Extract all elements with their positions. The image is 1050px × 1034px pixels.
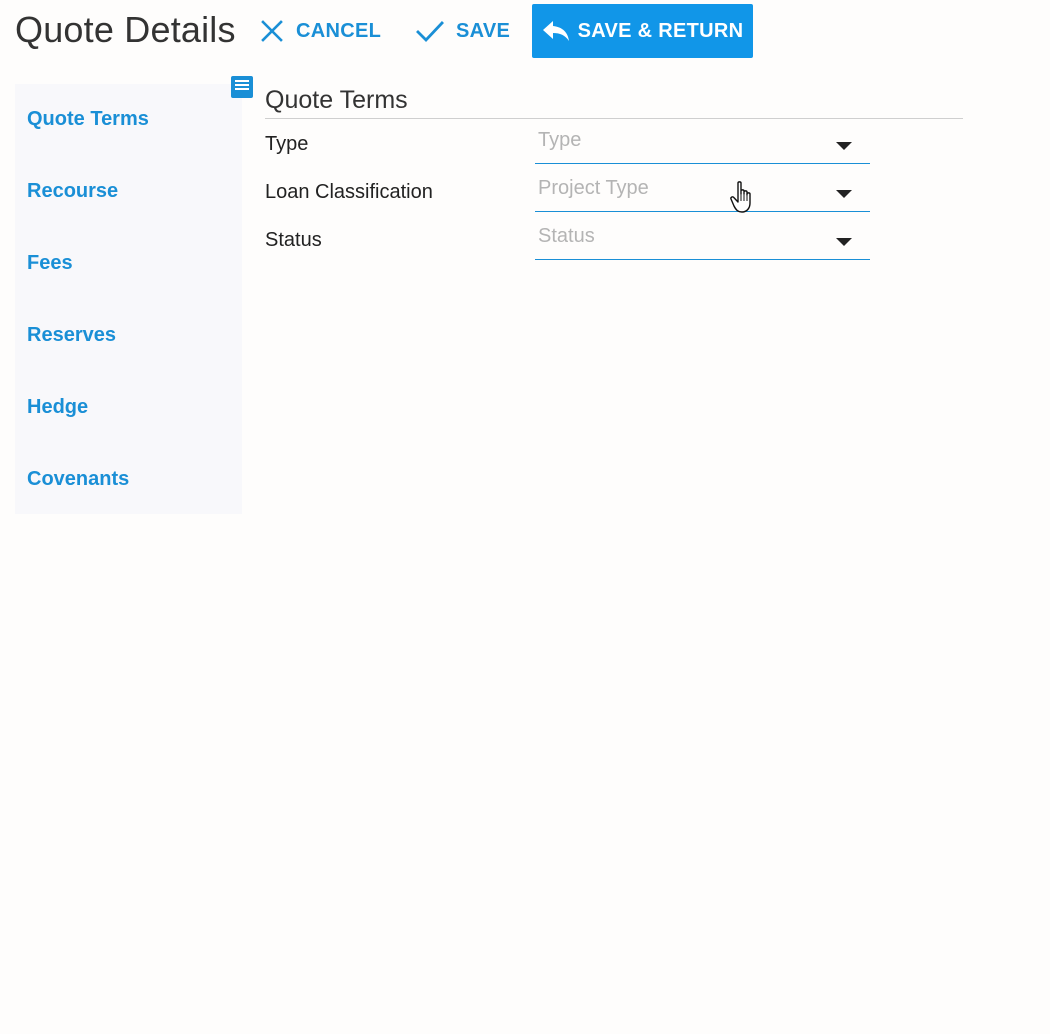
sidebar-item-recourse[interactable]: Recourse (27, 180, 118, 203)
caret-down-icon (836, 142, 852, 150)
reply-arrow-icon (542, 20, 570, 42)
save-and-return-button[interactable]: SAVE & RETURN (532, 4, 753, 58)
loan-classification-label: Loan Classification (265, 181, 433, 203)
sidebar-nav: Quote Terms Recourse Fees Reserves Hedge… (15, 84, 242, 514)
caret-down-icon (836, 238, 852, 246)
loan-classification-select-placeholder: Project Type (538, 177, 649, 199)
status-label: Status (265, 229, 322, 251)
loan-classification-select[interactable]: Project Type (535, 175, 870, 212)
sidebar-item-covenants[interactable]: Covenants (27, 468, 129, 491)
status-select[interactable]: Status (535, 223, 870, 260)
caret-down-icon (836, 190, 852, 198)
save-button[interactable]: SAVE (416, 4, 510, 58)
close-icon (260, 19, 284, 43)
type-select-placeholder: Type (538, 129, 582, 151)
sidebar-item-fees[interactable]: Fees (27, 252, 73, 275)
check-icon (416, 19, 444, 43)
section-divider (265, 118, 963, 119)
sidebar-item-reserves[interactable]: Reserves (27, 324, 116, 347)
cancel-button-label: CANCEL (296, 19, 382, 42)
menu-icon (235, 78, 249, 96)
sidebar-item-quote-terms[interactable]: Quote Terms (27, 108, 149, 131)
page-title: Quote Details (15, 9, 236, 50)
hand-pointer-icon (729, 180, 759, 214)
header: Quote Details CANCEL SAVE SAVE & RETURN (0, 0, 1050, 64)
sidebar-toggle-button[interactable] (231, 76, 253, 98)
cancel-button[interactable]: CANCEL (260, 4, 381, 58)
save-and-return-button-label: SAVE & RETURN (577, 19, 744, 42)
type-select[interactable]: Type (535, 127, 870, 164)
save-button-label: SAVE (456, 19, 511, 42)
sidebar-item-hedge[interactable]: Hedge (27, 396, 88, 419)
status-select-placeholder: Status (538, 225, 595, 247)
type-label: Type (265, 133, 309, 155)
section-title: Quote Terms (265, 86, 408, 114)
